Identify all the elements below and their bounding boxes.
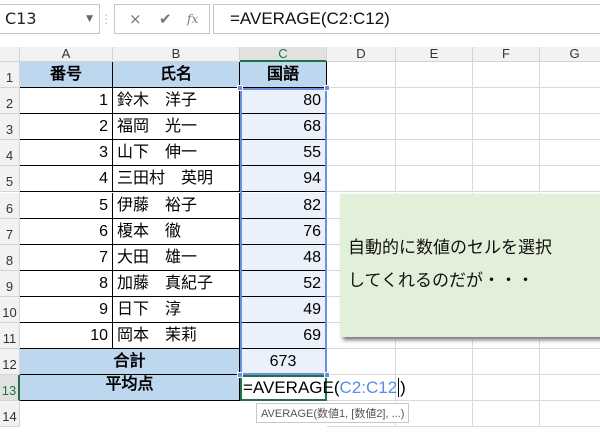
formula-buttons: × ✔ fx bbox=[114, 4, 210, 34]
cell[interactable] bbox=[473, 114, 540, 141]
column-header-C[interactable]: C bbox=[240, 47, 327, 62]
cell[interactable] bbox=[396, 349, 473, 376]
enter-icon[interactable]: ✔ bbox=[159, 10, 172, 28]
cell[interactable] bbox=[327, 114, 396, 141]
cell-name[interactable]: 福岡 光一 bbox=[113, 114, 240, 141]
column-header-D[interactable]: D bbox=[327, 47, 396, 62]
callout-note: 自動的に数値のセルを選択 してくれるのだが・・・ bbox=[340, 194, 600, 337]
cancel-icon[interactable]: × bbox=[129, 10, 142, 28]
cell[interactable] bbox=[540, 140, 600, 167]
row-header-11[interactable]: 11 bbox=[0, 323, 20, 350]
cell[interactable] bbox=[473, 166, 540, 193]
chevron-down-icon[interactable]: ▼ bbox=[86, 5, 93, 33]
formula-bar: C13 ▼ ⋮ × ✔ fx =AVERAGE(C2:C12) bbox=[0, 0, 600, 44]
cell[interactable] bbox=[473, 401, 540, 428]
cell-name[interactable]: 岡本 茉莉 bbox=[113, 323, 240, 350]
cell-no[interactable]: 9 bbox=[20, 296, 113, 323]
row-header-9[interactable]: 9 bbox=[0, 270, 20, 297]
cell-no[interactable]: 1 bbox=[20, 88, 113, 115]
row-header-13[interactable]: 13 bbox=[0, 375, 20, 402]
cell[interactable] bbox=[396, 114, 473, 141]
active-cell-average[interactable]: =AVERAGE(C2:C12) bbox=[240, 375, 406, 402]
cell[interactable] bbox=[473, 62, 540, 89]
cell[interactable] bbox=[396, 62, 473, 89]
column-header-G[interactable]: G bbox=[540, 47, 600, 62]
row-header-6[interactable]: 6 bbox=[0, 192, 20, 219]
row-header-12[interactable]: 12 bbox=[0, 349, 20, 376]
cell[interactable] bbox=[396, 166, 473, 193]
cell-name[interactable]: 大田 雄一 bbox=[113, 244, 240, 271]
cell-no[interactable]: 10 bbox=[20, 323, 113, 350]
formula-prefix: =AVERAGE( bbox=[243, 378, 340, 398]
cell[interactable] bbox=[540, 88, 600, 115]
cell-name[interactable]: 加藤 真紀子 bbox=[113, 270, 240, 297]
formula-suffix: ) bbox=[400, 378, 406, 398]
callout-line-2: してくれるのだが・・・ bbox=[348, 271, 534, 291]
function-tooltip: AVERAGE(数値1, [数値2], ...) bbox=[256, 403, 410, 423]
cell[interactable] bbox=[540, 349, 600, 376]
cell-no[interactable]: 4 bbox=[20, 166, 113, 193]
row-header-5[interactable]: 5 bbox=[0, 166, 20, 193]
cell[interactable] bbox=[396, 375, 473, 402]
cell-name[interactable]: 鈴木 洋子 bbox=[113, 88, 240, 115]
formula-input[interactable]: =AVERAGE(C2:C12) bbox=[213, 4, 600, 34]
range-resize-handle[interactable] bbox=[237, 372, 243, 379]
cell[interactable] bbox=[327, 166, 396, 193]
cell[interactable] bbox=[396, 140, 473, 167]
cell[interactable] bbox=[327, 140, 396, 167]
row-header-8[interactable]: 8 bbox=[0, 244, 20, 271]
row-header-2[interactable]: 2 bbox=[0, 88, 20, 115]
column-header-F[interactable]: F bbox=[473, 47, 540, 62]
cell[interactable] bbox=[473, 375, 540, 402]
average-label[interactable]: 平均点 bbox=[20, 375, 240, 402]
column-header-E[interactable]: E bbox=[396, 47, 473, 62]
cell[interactable] bbox=[327, 349, 396, 376]
cell-no[interactable]: 2 bbox=[20, 114, 113, 141]
column-header-A[interactable]: A bbox=[20, 47, 113, 62]
cell[interactable] bbox=[540, 114, 600, 141]
cell-no[interactable]: 3 bbox=[20, 140, 113, 167]
cell-name[interactable]: 三田村 英明 bbox=[113, 166, 240, 193]
cell[interactable] bbox=[327, 88, 396, 115]
cell-name[interactable]: 山下 伸一 bbox=[113, 140, 240, 167]
range-resize-handle[interactable] bbox=[324, 85, 330, 92]
insert-function-icon[interactable]: fx bbox=[187, 12, 198, 26]
header-cell-score[interactable]: 国語 bbox=[240, 62, 327, 89]
row-header-3[interactable]: 3 bbox=[0, 114, 20, 141]
range-resize-handle[interactable] bbox=[324, 372, 330, 379]
total-label[interactable]: 合計 bbox=[20, 349, 240, 376]
cell[interactable] bbox=[473, 140, 540, 167]
name-box[interactable]: C13 ▼ bbox=[0, 4, 100, 34]
name-box-value: C13 bbox=[5, 9, 37, 28]
row-header-14[interactable]: 14 bbox=[0, 401, 20, 428]
cell[interactable] bbox=[540, 401, 600, 428]
row-header-7[interactable]: 7 bbox=[0, 218, 20, 245]
drag-handle-icon[interactable]: ⋮ bbox=[100, 12, 112, 26]
cell[interactable] bbox=[540, 62, 600, 89]
callout-line-1: 自動的に数値のセルを選択 bbox=[348, 238, 552, 258]
header-cell-name[interactable]: 氏名 bbox=[113, 62, 240, 89]
range-selection-border bbox=[240, 88, 327, 376]
cell[interactable] bbox=[396, 88, 473, 115]
row-header-4[interactable]: 4 bbox=[0, 140, 20, 167]
formula-range-ref: C2:C12 bbox=[339, 378, 398, 398]
row-header-10[interactable]: 10 bbox=[0, 296, 20, 323]
cell-no[interactable]: 5 bbox=[20, 192, 113, 219]
row-header-1[interactable]: 1 bbox=[0, 62, 20, 89]
select-all-corner[interactable] bbox=[0, 47, 20, 62]
header-cell-no[interactable]: 番号 bbox=[20, 62, 113, 89]
cell-no[interactable]: 6 bbox=[20, 218, 113, 245]
cell-name[interactable]: 伊藤 裕子 bbox=[113, 192, 240, 219]
cell-name[interactable]: 日下 淳 bbox=[113, 296, 240, 323]
cell-no[interactable]: 8 bbox=[20, 270, 113, 297]
cell-name[interactable]: 榎本 徹 bbox=[113, 218, 240, 245]
cell[interactable] bbox=[540, 166, 600, 193]
cell[interactable] bbox=[540, 375, 600, 402]
cell[interactable] bbox=[473, 349, 540, 376]
cell[interactable] bbox=[327, 62, 396, 89]
cell[interactable] bbox=[473, 88, 540, 115]
cell-no[interactable]: 7 bbox=[20, 244, 113, 271]
range-resize-handle[interactable] bbox=[237, 85, 243, 92]
column-header-B[interactable]: B bbox=[113, 47, 240, 62]
